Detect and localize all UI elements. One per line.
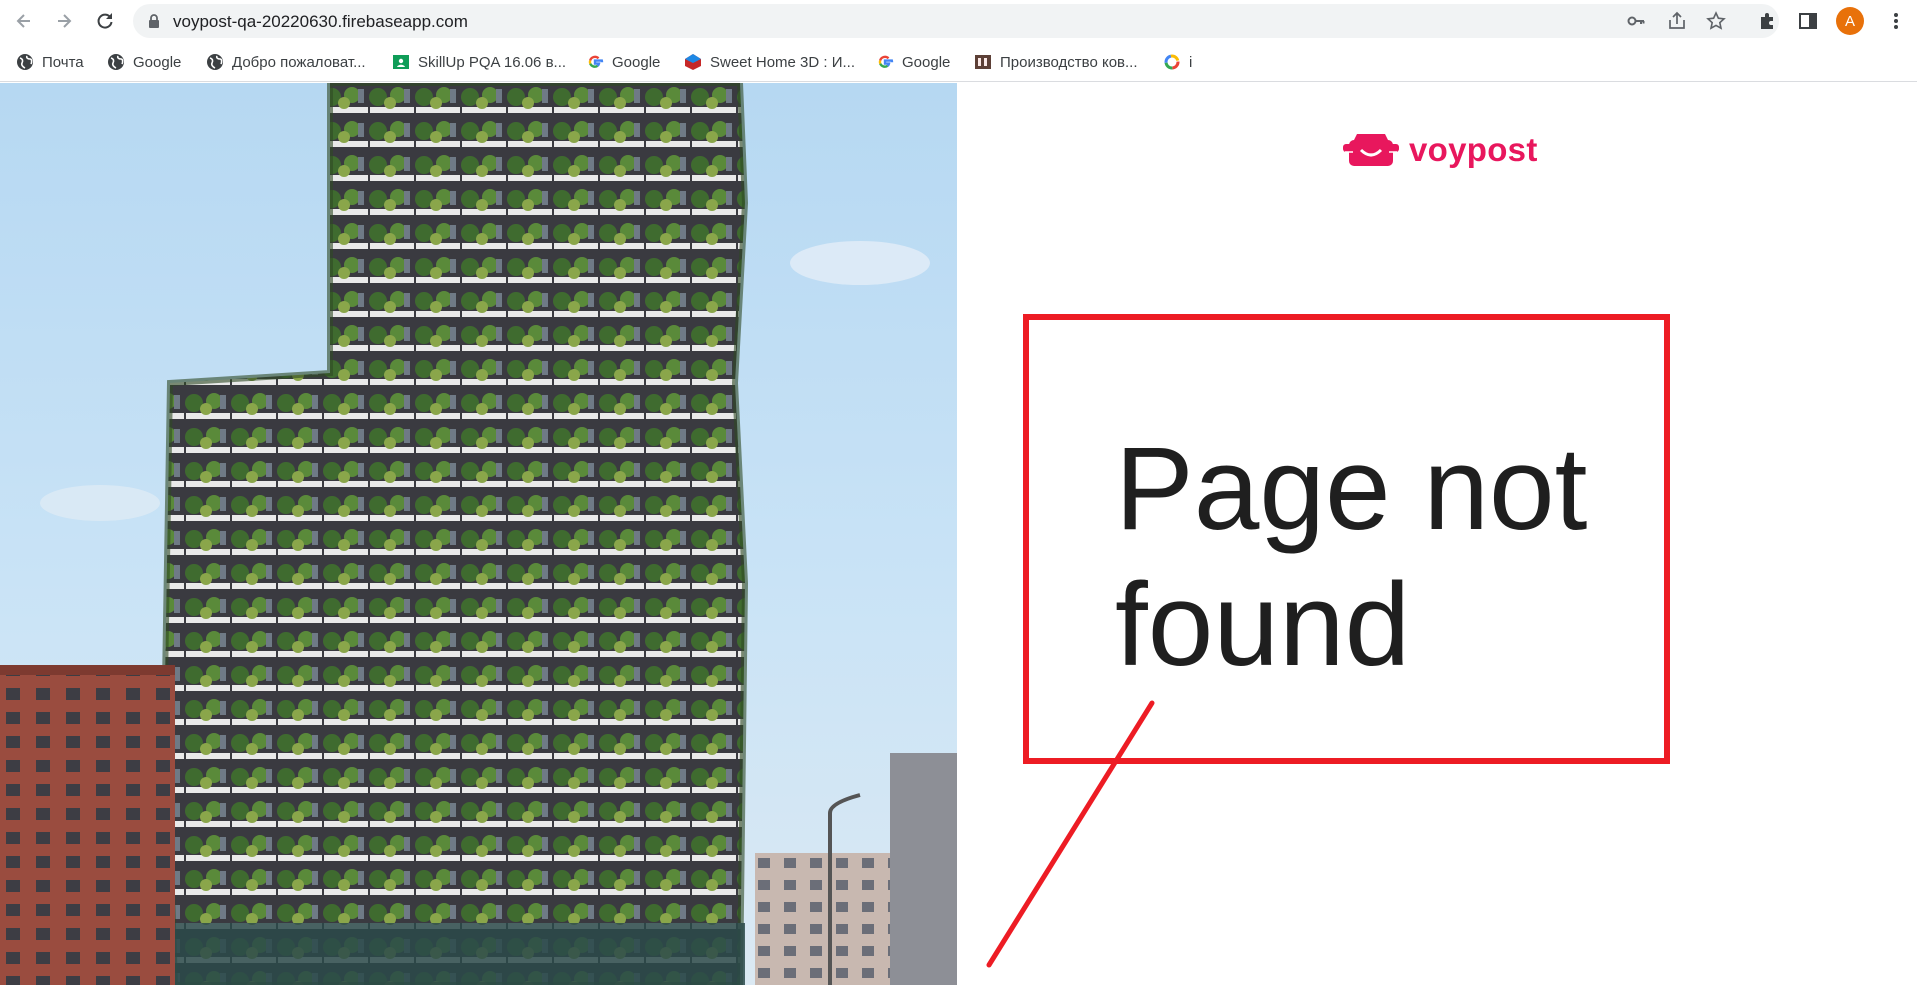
url-text: voypost-qa-20220630.firebaseapp.com: [173, 12, 468, 31]
bookmark-item[interactable]: SkillUp PQA 16.06 в...: [392, 50, 566, 74]
classroom-icon: [392, 53, 410, 71]
star-icon[interactable]: [1706, 11, 1726, 31]
bookmark-item[interactable]: Google: [586, 50, 660, 74]
bookmark-label: Sweet Home 3D : И...: [710, 53, 855, 71]
bookmark-label: SkillUp PQA 16.06 в...: [418, 53, 567, 71]
bookmark-label: Почта: [42, 53, 84, 71]
globe-icon: [16, 53, 34, 71]
bookmark-item[interactable]: Почта: [16, 50, 84, 74]
share-icon[interactable]: [1667, 11, 1687, 31]
brand-logo[interactable]: voypost: [1343, 128, 1538, 172]
profile-avatar[interactable]: A: [1836, 7, 1864, 35]
address-bar[interactable]: voypost-qa-20220630.firebaseapp.com: [133, 4, 1779, 38]
bookmark-label: Добро пожаловат...: [232, 53, 366, 71]
bookmark-item[interactable]: Добро пожаловат...: [206, 50, 366, 74]
reload-icon: [97, 13, 113, 29]
page-content: voypost Page not found: [0, 83, 1917, 985]
globe-icon: [206, 53, 224, 71]
bookmark-label: Google: [902, 53, 951, 71]
bookmark-label: Производство ков...: [1000, 53, 1138, 71]
forward-button[interactable]: [48, 5, 80, 37]
brand-name: voypost: [1409, 131, 1538, 168]
globe-icon: [107, 53, 125, 71]
bookmark-item[interactable]: Sweet Home 3D : И...: [684, 50, 855, 74]
extensions-icon[interactable]: [1757, 10, 1779, 32]
back-button[interactable]: [8, 5, 40, 37]
browser-toolbar: voypost-qa-20220630.firebaseapp.com A: [0, 0, 1917, 42]
ring-icon: [1163, 53, 1181, 71]
page-not-found-message: Page not found: [1115, 423, 1588, 691]
bookmark-item[interactable]: Google: [876, 50, 950, 74]
voypost-box-icon: [1343, 134, 1399, 166]
google-icon: [876, 53, 894, 71]
bookmark-item[interactable]: Производство ков...: [974, 50, 1138, 74]
sweethome-icon: [684, 53, 702, 71]
bookmark-label: i: [1189, 53, 1193, 71]
arrow-right-icon: [58, 14, 72, 28]
more-menu-icon[interactable]: [1885, 10, 1907, 32]
side-panel-icon[interactable]: [1797, 10, 1819, 32]
hero-building-photo: [0, 83, 957, 985]
site-icon: [974, 53, 992, 71]
lock-icon: [149, 14, 159, 28]
bookmark-label: Google: [133, 53, 182, 71]
bookmarks-bar: Почта Google Добро пожаловат... SkillUp …: [0, 42, 1917, 82]
key-icon[interactable]: [1626, 11, 1646, 31]
reload-button[interactable]: [89, 5, 121, 37]
bookmark-item[interactable]: i: [1163, 50, 1192, 74]
bookmark-label: Google: [612, 53, 661, 71]
arrow-left-icon: [16, 14, 30, 28]
bookmark-item[interactable]: Google: [107, 50, 181, 74]
google-icon: [586, 53, 604, 71]
